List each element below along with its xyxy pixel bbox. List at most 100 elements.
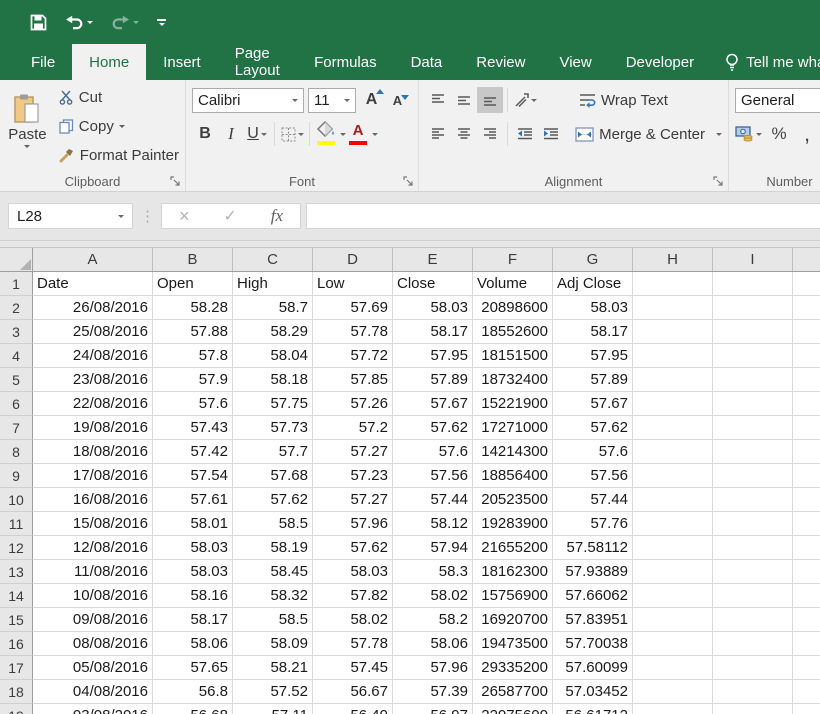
cell-F8[interactable]: 14214300 bbox=[473, 440, 553, 464]
cell-A10[interactable]: 16/08/2016 bbox=[33, 488, 153, 512]
row-header-12[interactable]: 12 bbox=[0, 536, 33, 560]
tab-review[interactable]: Review bbox=[459, 44, 542, 80]
row-header-4[interactable]: 4 bbox=[0, 344, 33, 368]
cell-I14[interactable] bbox=[713, 584, 793, 608]
row-header-18[interactable]: 18 bbox=[0, 680, 33, 704]
cell-C8[interactable]: 57.7 bbox=[233, 440, 313, 464]
cell-E4[interactable]: 57.95 bbox=[393, 344, 473, 368]
cell-partial-12[interactable] bbox=[793, 536, 820, 560]
cell-C19[interactable]: 57.11 bbox=[233, 704, 313, 714]
cell-H5[interactable] bbox=[633, 368, 713, 392]
align-left-button[interactable] bbox=[425, 121, 451, 147]
cell-B14[interactable]: 58.16 bbox=[153, 584, 233, 608]
cell-C6[interactable]: 57.75 bbox=[233, 392, 313, 416]
cell-H1[interactable] bbox=[633, 272, 713, 296]
cell-F16[interactable]: 19473500 bbox=[473, 632, 553, 656]
cell-D7[interactable]: 57.2 bbox=[313, 416, 393, 440]
cell-D14[interactable]: 57.82 bbox=[313, 584, 393, 608]
cell-G10[interactable]: 57.44 bbox=[553, 488, 633, 512]
cell-F6[interactable]: 15221900 bbox=[473, 392, 553, 416]
cell-A17[interactable]: 05/08/2016 bbox=[33, 656, 153, 680]
cell-C2[interactable]: 58.7 bbox=[233, 296, 313, 320]
cell-A8[interactable]: 18/08/2016 bbox=[33, 440, 153, 464]
cell-partial-9[interactable] bbox=[793, 464, 820, 488]
cell-A1[interactable]: Date bbox=[33, 272, 153, 296]
cell-F1[interactable]: Volume bbox=[473, 272, 553, 296]
cell-B13[interactable]: 58.03 bbox=[153, 560, 233, 584]
cell-B1[interactable]: Open bbox=[153, 272, 233, 296]
increase-font-size-button[interactable]: A bbox=[362, 87, 388, 113]
cell-A16[interactable]: 08/08/2016 bbox=[33, 632, 153, 656]
tab-data[interactable]: Data bbox=[394, 44, 460, 80]
cell-A3[interactable]: 25/08/2016 bbox=[33, 320, 153, 344]
cell-H6[interactable] bbox=[633, 392, 713, 416]
cell-A11[interactable]: 15/08/2016 bbox=[33, 512, 153, 536]
cell-B9[interactable]: 57.54 bbox=[153, 464, 233, 488]
copy-button[interactable]: Copy bbox=[57, 113, 181, 139]
tab-file[interactable]: File bbox=[14, 44, 72, 80]
cell-H12[interactable] bbox=[633, 536, 713, 560]
cell-A5[interactable]: 23/08/2016 bbox=[33, 368, 153, 392]
cell-A4[interactable]: 24/08/2016 bbox=[33, 344, 153, 368]
cell-H7[interactable] bbox=[633, 416, 713, 440]
cell-I19[interactable] bbox=[713, 704, 793, 714]
insert-function-button[interactable]: fx bbox=[271, 206, 283, 226]
row-header-5[interactable]: 5 bbox=[0, 368, 33, 392]
cell-A13[interactable]: 11/08/2016 bbox=[33, 560, 153, 584]
cell-A6[interactable]: 22/08/2016 bbox=[33, 392, 153, 416]
cell-C11[interactable]: 58.5 bbox=[233, 512, 313, 536]
cancel-button[interactable]: × bbox=[179, 206, 190, 227]
cell-B10[interactable]: 57.61 bbox=[153, 488, 233, 512]
row-header-11[interactable]: 11 bbox=[0, 512, 33, 536]
bold-button[interactable]: B bbox=[192, 121, 218, 147]
cell-G16[interactable]: 57.70038 bbox=[553, 632, 633, 656]
column-header-G[interactable]: G bbox=[553, 248, 633, 271]
cell-A19[interactable]: 03/08/2016 bbox=[33, 704, 153, 714]
italic-button[interactable]: I bbox=[218, 121, 244, 147]
cell-B4[interactable]: 57.8 bbox=[153, 344, 233, 368]
cell-I16[interactable] bbox=[713, 632, 793, 656]
cell-I11[interactable] bbox=[713, 512, 793, 536]
cell-A7[interactable]: 19/08/2016 bbox=[33, 416, 153, 440]
cell-I13[interactable] bbox=[713, 560, 793, 584]
cell-E3[interactable]: 58.17 bbox=[393, 320, 473, 344]
formula-bar-resize-handle[interactable]: ⋮ bbox=[140, 207, 154, 225]
cell-partial-4[interactable] bbox=[793, 344, 820, 368]
cell-B3[interactable]: 57.88 bbox=[153, 320, 233, 344]
cell-B19[interactable]: 56.68 bbox=[153, 704, 233, 714]
font-name-select[interactable]: Calibri bbox=[192, 88, 304, 113]
cell-C17[interactable]: 58.21 bbox=[233, 656, 313, 680]
cell-I7[interactable] bbox=[713, 416, 793, 440]
cell-G8[interactable]: 57.6 bbox=[553, 440, 633, 464]
cell-B12[interactable]: 58.03 bbox=[153, 536, 233, 560]
cell-C15[interactable]: 58.5 bbox=[233, 608, 313, 632]
cell-F5[interactable]: 18732400 bbox=[473, 368, 553, 392]
decrease-indent-button[interactable] bbox=[512, 121, 538, 147]
cell-partial-7[interactable] bbox=[793, 416, 820, 440]
cell-I12[interactable] bbox=[713, 536, 793, 560]
cell-H4[interactable] bbox=[633, 344, 713, 368]
row-header-19[interactable]: 19 bbox=[0, 704, 33, 714]
cell-F15[interactable]: 16920700 bbox=[473, 608, 553, 632]
cell-E19[interactable]: 56.97 bbox=[393, 704, 473, 714]
cell-D12[interactable]: 57.62 bbox=[313, 536, 393, 560]
cell-C1[interactable]: High bbox=[233, 272, 313, 296]
cell-B16[interactable]: 58.06 bbox=[153, 632, 233, 656]
column-header-A[interactable]: A bbox=[33, 248, 153, 271]
column-header-C[interactable]: C bbox=[233, 248, 313, 271]
cell-H8[interactable] bbox=[633, 440, 713, 464]
cell-I4[interactable] bbox=[713, 344, 793, 368]
wrap-text-button[interactable]: Wrap Text bbox=[577, 87, 670, 113]
cell-D13[interactable]: 58.03 bbox=[313, 560, 393, 584]
cell-partial-3[interactable] bbox=[793, 320, 820, 344]
cell-F13[interactable]: 18162300 bbox=[473, 560, 553, 584]
cell-partial-11[interactable] bbox=[793, 512, 820, 536]
cell-E6[interactable]: 57.67 bbox=[393, 392, 473, 416]
redo-button[interactable] bbox=[105, 11, 145, 34]
cell-F3[interactable]: 18552600 bbox=[473, 320, 553, 344]
cell-D19[interactable]: 56.49 bbox=[313, 704, 393, 714]
cell-B5[interactable]: 57.9 bbox=[153, 368, 233, 392]
save-button[interactable] bbox=[24, 10, 53, 35]
clipboard-dialog-launcher[interactable] bbox=[170, 176, 182, 188]
cell-E9[interactable]: 57.56 bbox=[393, 464, 473, 488]
